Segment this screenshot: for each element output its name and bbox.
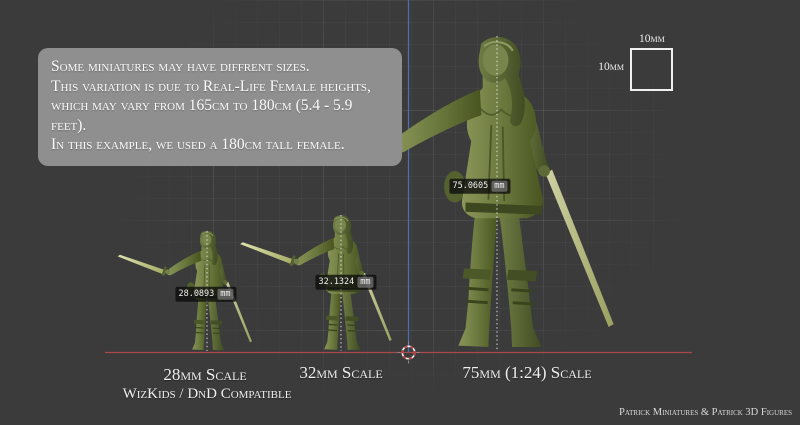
reference-square-top-label: 10mm: [639, 34, 665, 46]
measurement-unit: mm: [217, 289, 233, 300]
reference-square-side-label: 10mm: [596, 62, 624, 74]
scale-label-28mm: 28mm Scale: [163, 366, 246, 385]
measurement-unit: mm: [357, 277, 373, 288]
viewport-3d[interactable]: Some miniatures may have diffrent sizes.…: [0, 0, 800, 425]
measurement-chip-28mm: 28.0893 mm: [175, 287, 236, 302]
reference-square: [630, 48, 673, 91]
info-line: which may vary from 165cm to 180cm (5.4 …: [51, 96, 389, 135]
info-line: Some miniatures may have diffrent sizes.: [51, 57, 389, 77]
info-line: In this example, we used a 180cm tall fe…: [51, 135, 389, 155]
measurement-chip-32mm: 32.1324 mm: [315, 275, 376, 290]
info-line: This variation is due to Real-Life Femal…: [51, 77, 389, 97]
scale-label-75mm: 75mm (1:24) Scale: [462, 364, 591, 383]
scale-label-32mm: 32mm Scale: [299, 364, 382, 383]
measurement-unit: mm: [491, 181, 507, 192]
measurement-value: 32.1324: [318, 278, 354, 287]
measurement-value: 28.0893: [178, 290, 214, 299]
scale-sublabel-28mm: WizKids / DnD Compatible: [123, 386, 292, 403]
measurement-chip-75mm: 75.0605 mm: [449, 179, 510, 194]
credit-text: Patrick Miniatures & Patrick 3D Figures: [619, 407, 792, 418]
measurement-value: 75.0605: [452, 182, 488, 191]
info-box: Some miniatures may have diffrent sizes.…: [38, 48, 402, 166]
